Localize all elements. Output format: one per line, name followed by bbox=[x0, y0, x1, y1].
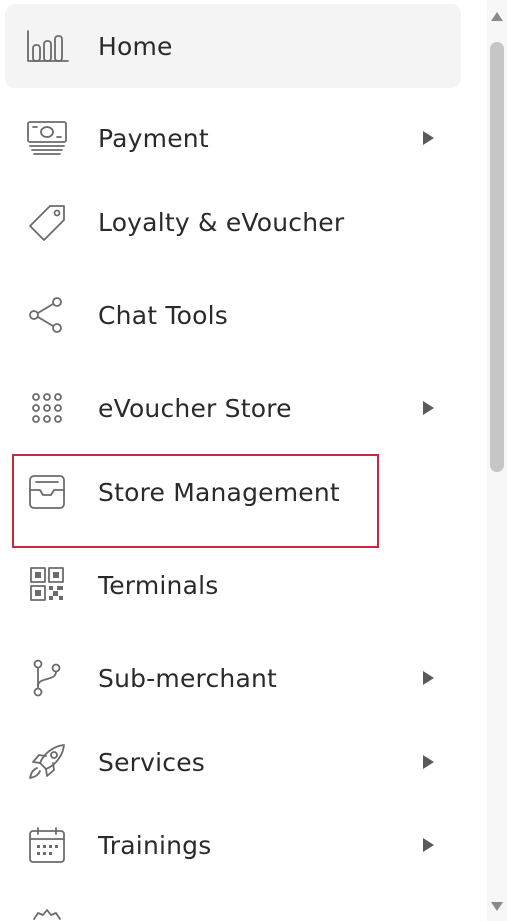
sidebar-item-sub-merchant[interactable]: Sub-merchant bbox=[5, 636, 461, 720]
sidebar-item-terminals[interactable]: Terminals bbox=[5, 543, 461, 627]
chevron-right-icon bbox=[423, 755, 434, 769]
bar-chart-icon bbox=[21, 26, 73, 66]
sidebar: Home Payment Loyalty & eVoucher Chat Too… bbox=[0, 0, 507, 921]
sidebar-item-label: Loyalty & eVoucher bbox=[98, 207, 345, 237]
qr-code-icon bbox=[21, 565, 73, 605]
sidebar-item-label: Trainings bbox=[98, 830, 212, 860]
chevron-right-icon bbox=[423, 131, 434, 145]
sidebar-item-label: Home bbox=[98, 31, 173, 61]
sidebar-item-label: Store Management bbox=[98, 477, 340, 507]
scroll-thumb[interactable] bbox=[490, 42, 504, 472]
sidebar-item-label: Payment bbox=[98, 123, 209, 153]
chevron-right-icon bbox=[423, 838, 434, 852]
sidebar-item-partial[interactable] bbox=[5, 890, 461, 921]
rocket-icon bbox=[21, 742, 73, 782]
sidebar-item-trainings[interactable]: Trainings bbox=[5, 803, 461, 887]
sidebar-item-label: Chat Tools bbox=[98, 300, 228, 330]
sidebar-item-label: eVoucher Store bbox=[98, 393, 292, 423]
sidebar-item-label: Services bbox=[98, 747, 206, 777]
sidebar-item-label: Sub-merchant bbox=[98, 663, 278, 693]
sidebar-item-loyalty-evoucher[interactable]: Loyalty & eVoucher bbox=[5, 180, 461, 264]
calendar-icon bbox=[21, 825, 73, 865]
gear-icon bbox=[21, 904, 73, 921]
grid-dots-icon bbox=[21, 388, 73, 428]
chevron-right-icon bbox=[423, 401, 434, 415]
share-icon bbox=[21, 295, 73, 335]
sidebar-item-chat-tools[interactable]: Chat Tools bbox=[5, 273, 461, 357]
scrollbar[interactable] bbox=[487, 0, 507, 921]
cash-register-icon bbox=[21, 118, 73, 158]
tag-icon bbox=[21, 202, 73, 242]
scroll-down-icon[interactable] bbox=[491, 902, 503, 911]
inbox-tray-icon bbox=[21, 472, 73, 512]
sidebar-item-payment[interactable]: Payment bbox=[5, 96, 461, 180]
sidebar-item-home[interactable]: Home bbox=[5, 4, 461, 88]
chevron-right-icon bbox=[423, 671, 434, 685]
branch-icon bbox=[21, 658, 73, 698]
sidebar-item-label: Terminals bbox=[98, 570, 219, 600]
sidebar-item-evoucher-store[interactable]: eVoucher Store bbox=[5, 366, 461, 450]
sidebar-item-services[interactable]: Services bbox=[5, 720, 461, 804]
sidebar-item-store-management[interactable]: Store Management bbox=[5, 450, 461, 534]
scroll-up-icon[interactable] bbox=[491, 12, 503, 21]
